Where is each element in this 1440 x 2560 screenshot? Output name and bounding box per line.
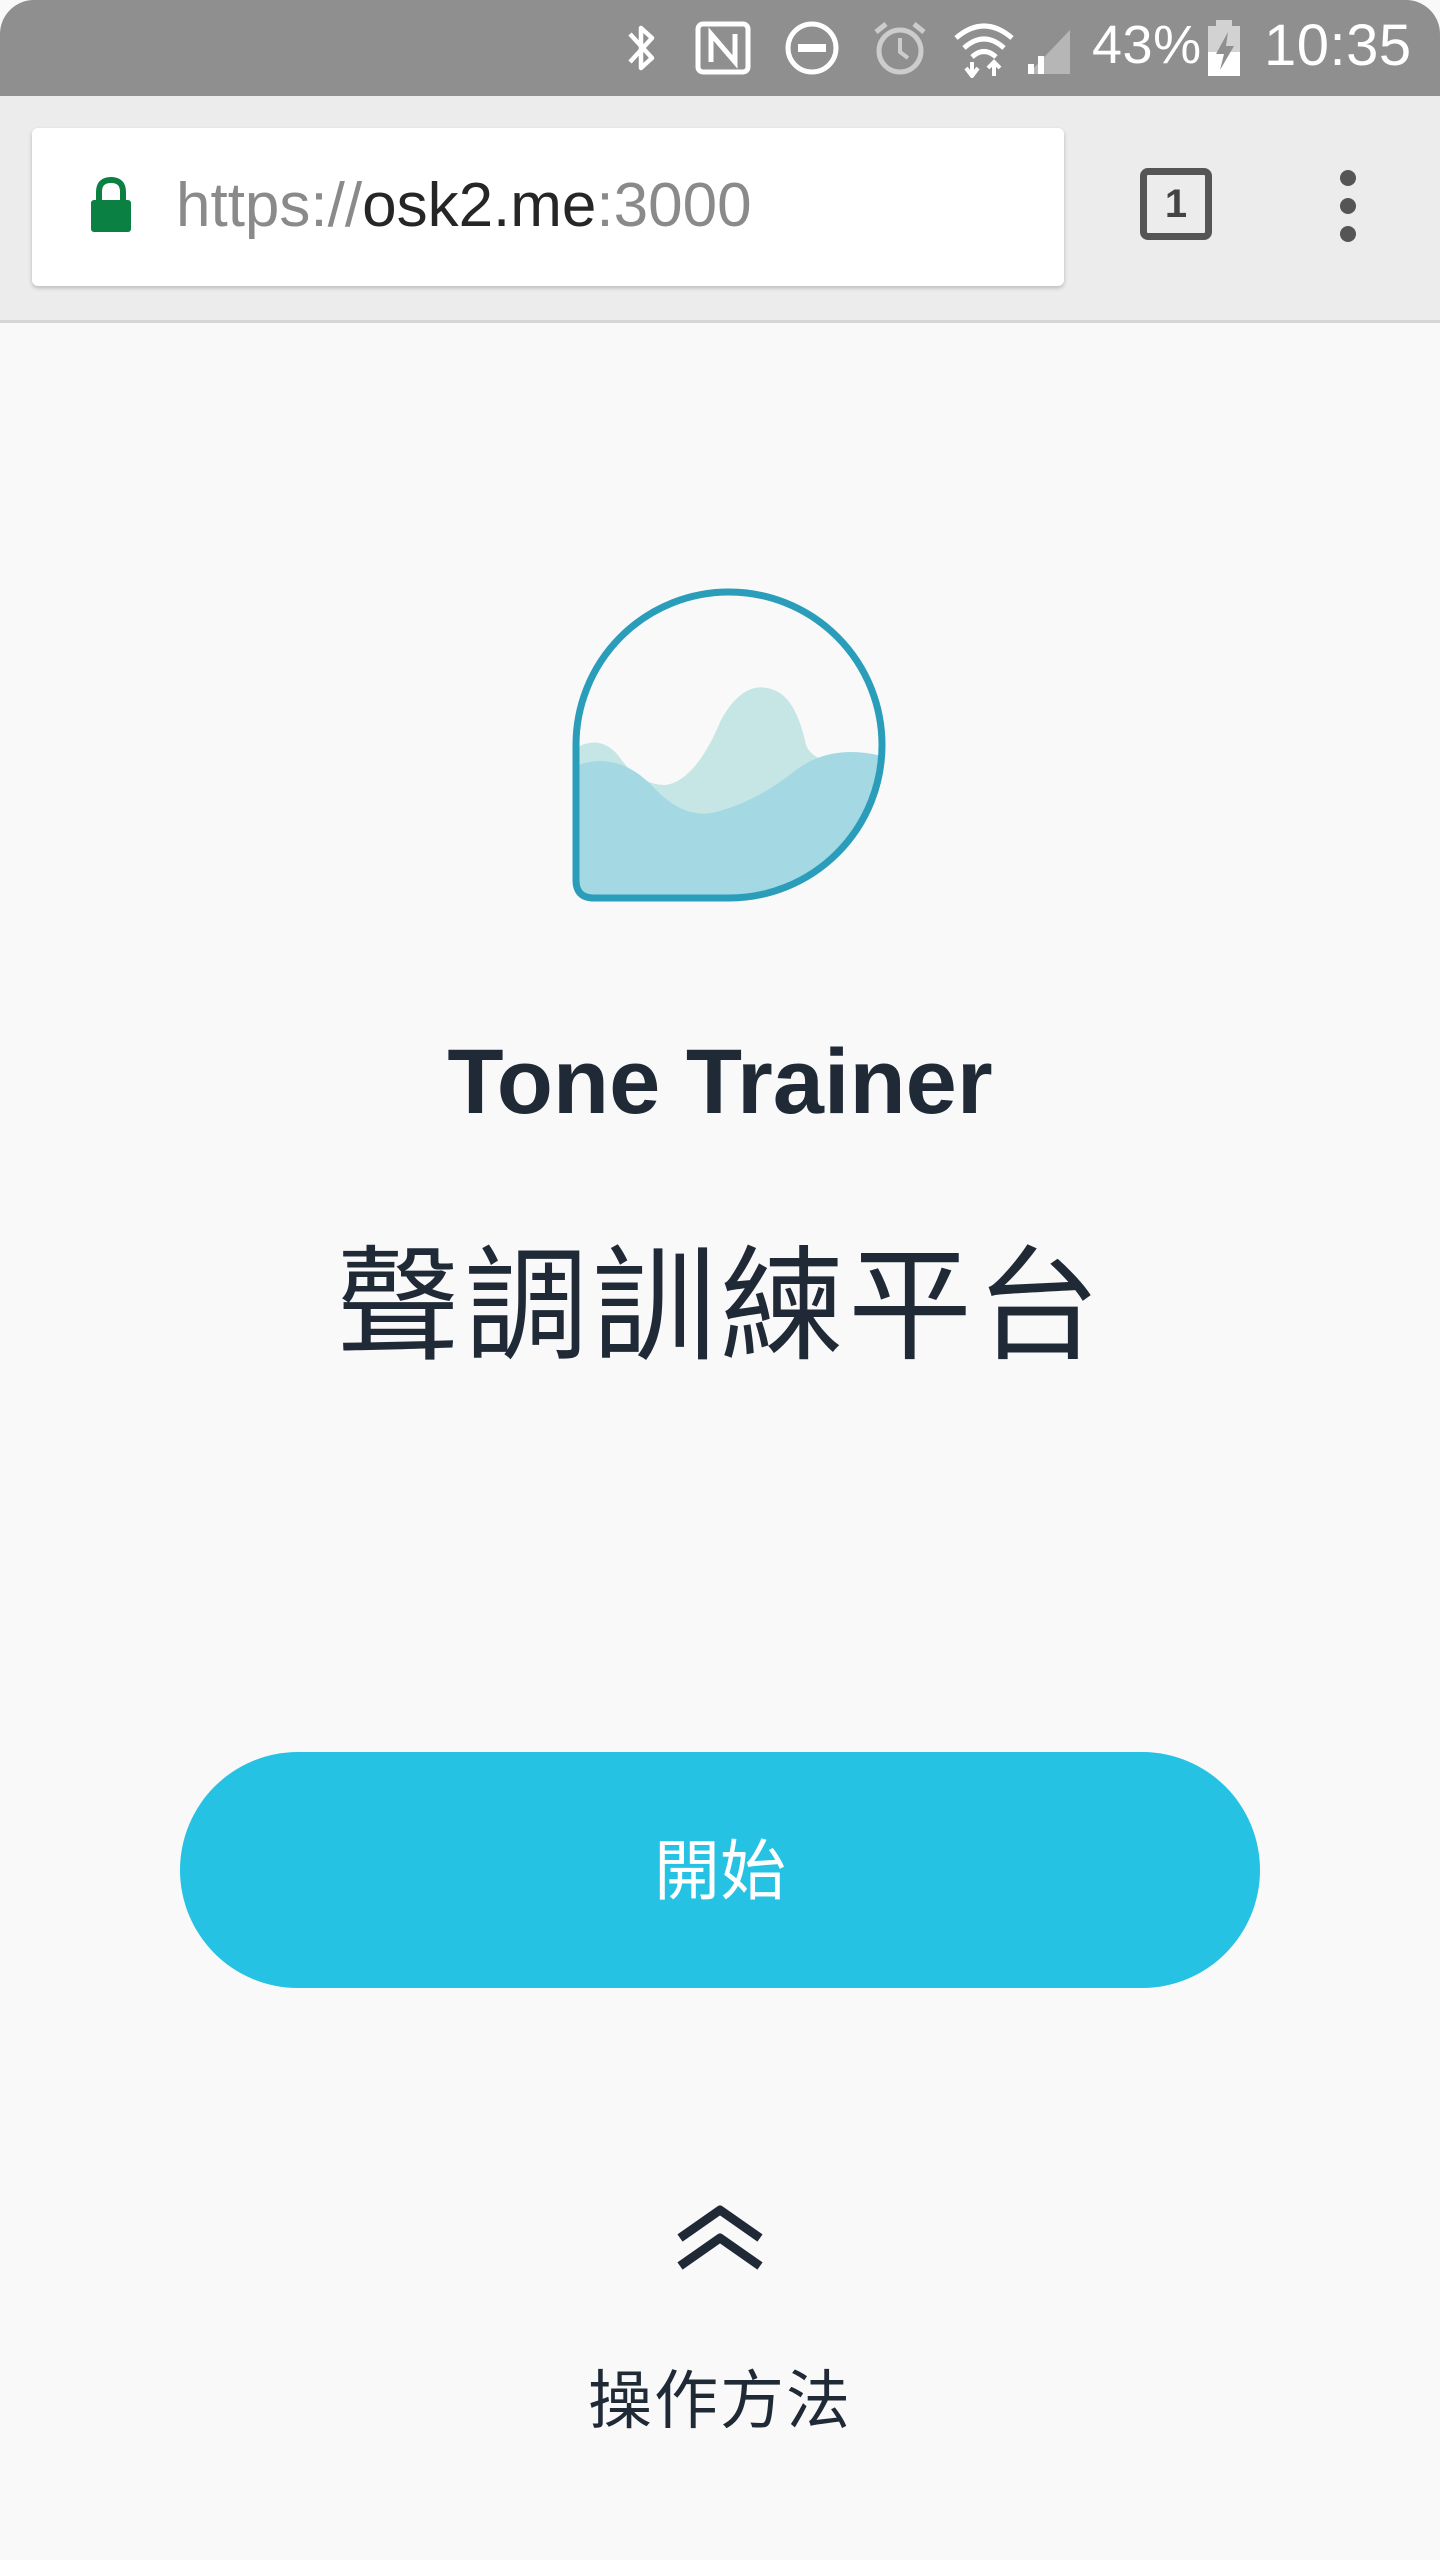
tab-switcher-button[interactable]: 1 xyxy=(1140,168,1212,240)
battery-percent: 43% xyxy=(1092,15,1202,75)
instructions-label: 操作方法 xyxy=(588,2365,852,2437)
app-title: Tone Trainer xyxy=(447,1031,993,1133)
do-not-disturb-icon xyxy=(785,21,839,75)
clock: 10:35 xyxy=(1264,13,1412,78)
wifi-icon xyxy=(954,23,1014,78)
address-bar[interactable]: https://osk2.me:3000 xyxy=(32,128,1064,286)
bluetooth-icon xyxy=(628,25,655,71)
app-subtitle: 聲調訓練平台 xyxy=(335,1238,1104,1376)
url-port: :3000 xyxy=(596,171,752,240)
alarm-icon xyxy=(874,22,926,75)
double-chevron-up-icon xyxy=(677,2205,763,2270)
nfc-icon xyxy=(695,21,751,75)
battery-charging-icon xyxy=(1208,20,1240,76)
url-text[interactable]: https://osk2.me:3000 xyxy=(176,166,752,246)
browser-toolbar: https://osk2.me:3000 1 xyxy=(0,96,1440,323)
tone-trainer-logo xyxy=(572,588,886,902)
signal-icon xyxy=(1028,30,1070,74)
instructions-toggle[interactable]: 操作方法 xyxy=(520,2180,920,2450)
start-button[interactable]: 開始 xyxy=(180,1752,1260,1988)
lock-icon xyxy=(91,176,131,232)
url-scheme: https:// xyxy=(176,171,363,240)
url-host: osk2.me xyxy=(362,171,597,240)
overflow-menu-icon[interactable] xyxy=(1328,166,1368,246)
status-bar: 43% 10:35 xyxy=(0,0,1440,96)
